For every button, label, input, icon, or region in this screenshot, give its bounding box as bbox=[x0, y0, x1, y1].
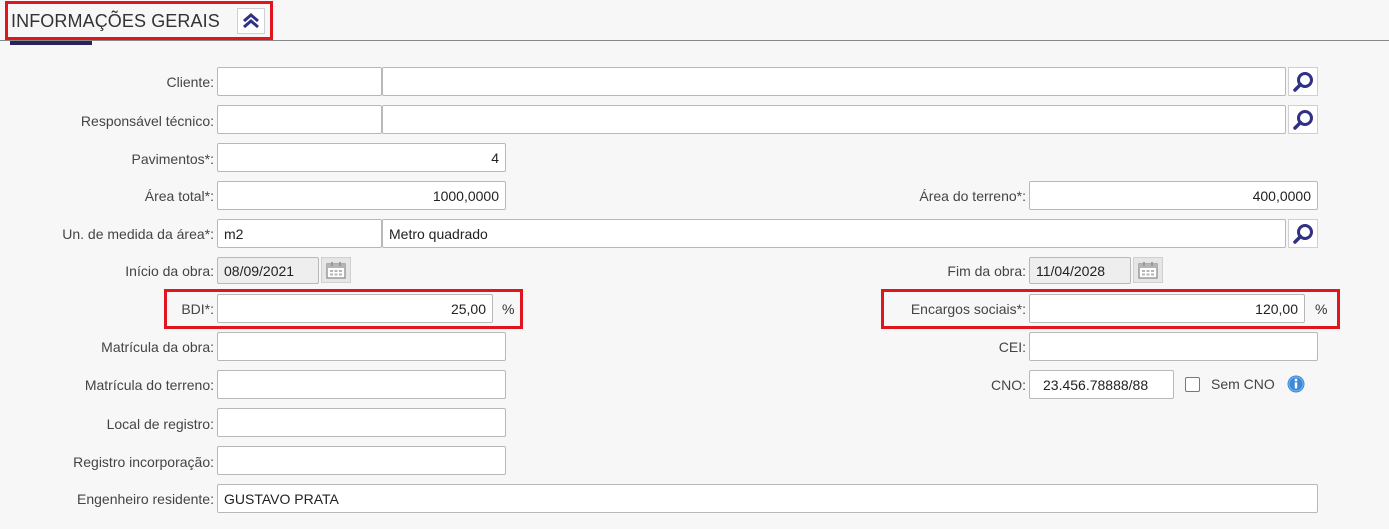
cei-label: CEI: bbox=[998, 339, 1026, 355]
double-chevron-up-icon bbox=[243, 13, 259, 29]
header-accent-underline bbox=[10, 41, 92, 45]
pavimentos-label: Pavimentos*: bbox=[131, 151, 214, 167]
section-title: INFORMAÇÕES GERAIS bbox=[11, 11, 220, 31]
unidade-medida-name-input[interactable]: Metro quadrado bbox=[382, 219, 1286, 248]
fim-obra-calendar-button[interactable] bbox=[1133, 257, 1163, 283]
engenheiro-residente-input[interactable]: GUSTAVO PRATA bbox=[217, 484, 1318, 513]
header-divider bbox=[0, 40, 1389, 41]
matricula-obra-label: Matrícula da obra: bbox=[101, 339, 214, 355]
calendar-icon bbox=[326, 262, 346, 279]
cno-input[interactable]: 23.456.78888/88 bbox=[1029, 370, 1174, 399]
area-terreno-label: Área do terreno*: bbox=[919, 188, 1026, 204]
cliente-label: Cliente: bbox=[166, 74, 214, 90]
sem-cno-label: Sem CNO bbox=[1211, 376, 1275, 392]
area-terreno-input[interactable]: 400,0000 bbox=[1029, 181, 1318, 210]
sem-cno-info-button[interactable] bbox=[1287, 375, 1305, 396]
encargos-sociais-input[interactable]: 120,00 bbox=[1029, 294, 1305, 323]
responsavel-tecnico-label: Responsável técnico: bbox=[80, 113, 214, 129]
collapse-section-button[interactable] bbox=[237, 8, 265, 34]
engenheiro-residente-label: Engenheiro residente: bbox=[77, 491, 214, 507]
unidade-medida-code-input[interactable]: m2 bbox=[217, 219, 382, 248]
search-icon bbox=[1293, 223, 1313, 244]
inicio-obra-input[interactable]: 08/09/2021 bbox=[217, 257, 319, 284]
encargos-sociais-label: Encargos sociais*: bbox=[910, 301, 1026, 317]
bdi-label: BDI*: bbox=[181, 301, 214, 317]
bdi-percent-unit: % bbox=[502, 301, 515, 317]
search-icon bbox=[1293, 71, 1313, 92]
matricula-terreno-label: Matrícula do terreno: bbox=[84, 377, 214, 393]
cliente-search-button[interactable] bbox=[1288, 67, 1318, 96]
cliente-code-input[interactable] bbox=[217, 67, 382, 96]
pavimentos-input[interactable]: 4 bbox=[217, 143, 506, 172]
unidade-medida-search-button[interactable] bbox=[1288, 219, 1318, 248]
responsavel-tecnico-name-input[interactable] bbox=[382, 105, 1286, 134]
inicio-obra-label: Início da obra: bbox=[125, 263, 214, 279]
area-total-label: Área total*: bbox=[144, 188, 214, 204]
search-icon bbox=[1293, 109, 1313, 130]
local-registro-label: Local de registro: bbox=[106, 416, 214, 432]
fim-obra-label: Fim da obra: bbox=[947, 263, 1026, 279]
registro-incorporacao-input[interactable] bbox=[217, 446, 506, 475]
local-registro-input[interactable] bbox=[217, 408, 506, 437]
info-icon bbox=[1287, 375, 1305, 393]
cliente-name-input[interactable] bbox=[382, 67, 1286, 96]
encargos-sociais-percent-unit: % bbox=[1315, 301, 1328, 317]
responsavel-tecnico-search-button[interactable] bbox=[1288, 105, 1318, 134]
unidade-medida-label: Un. de medida da área*: bbox=[62, 226, 214, 242]
responsavel-tecnico-code-input[interactable] bbox=[217, 105, 382, 134]
inicio-obra-calendar-button[interactable] bbox=[321, 257, 351, 283]
calendar-icon bbox=[1138, 262, 1158, 279]
bdi-input[interactable]: 25,00 bbox=[217, 294, 493, 323]
cei-input[interactable] bbox=[1029, 332, 1318, 361]
registro-incorporacao-label: Registro incorporação: bbox=[73, 454, 214, 470]
fim-obra-input[interactable]: 11/04/2028 bbox=[1029, 257, 1131, 284]
cno-label: CNO: bbox=[991, 377, 1026, 393]
sem-cno-checkbox[interactable] bbox=[1185, 377, 1200, 392]
area-total-input[interactable]: 1000,0000 bbox=[217, 181, 506, 210]
matricula-obra-input[interactable] bbox=[217, 332, 506, 361]
matricula-terreno-input[interactable] bbox=[217, 370, 506, 399]
